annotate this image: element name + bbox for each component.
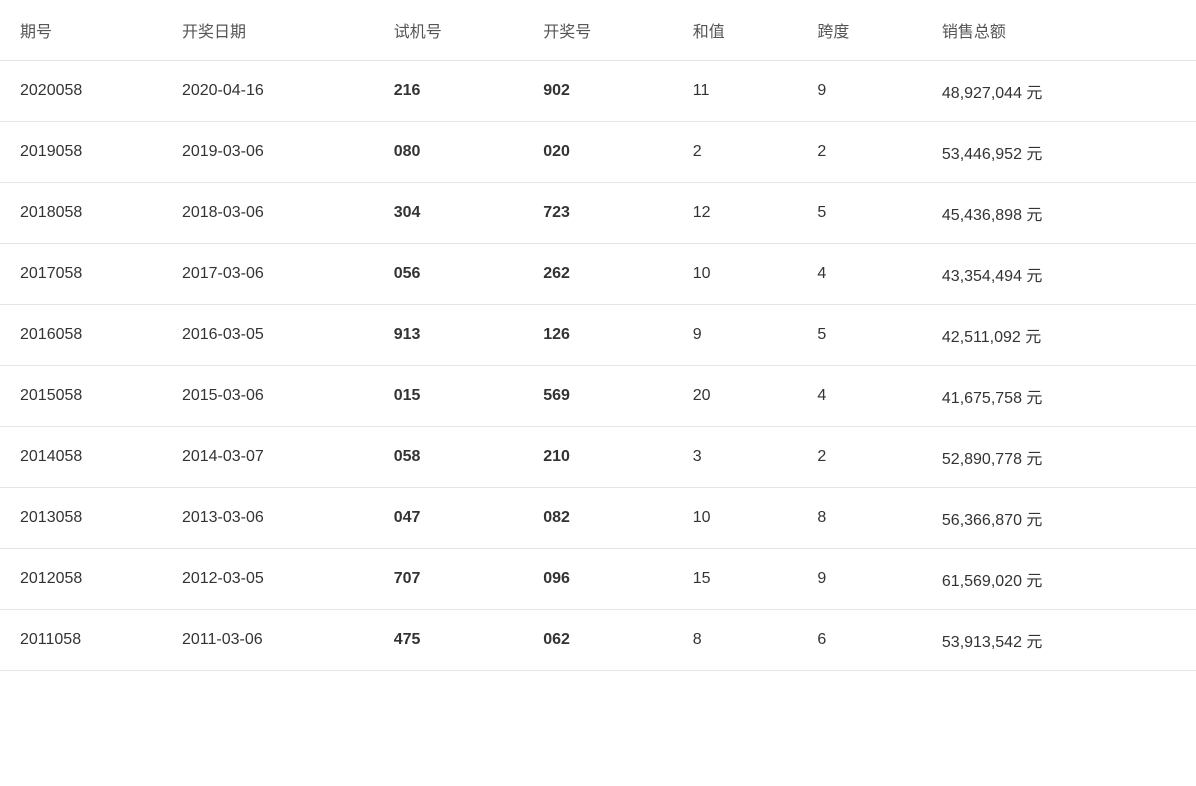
cell-sum: 10 [673,488,798,549]
cell-sum: 3 [673,427,798,488]
cell-trial: 047 [374,488,524,549]
header-sum: 和值 [673,0,798,61]
cell-sales: 52,890,778 元 [922,427,1196,488]
cell-date: 2018-03-06 [162,183,374,244]
cell-sales: 56,366,870 元 [922,488,1196,549]
cell-sum: 12 [673,183,798,244]
table-row: 20170582017-03-0605626210443,354,494 元 [0,244,1196,305]
cell-span: 5 [797,183,922,244]
cell-sales: 42,511,092 元 [922,305,1196,366]
cell-win: 723 [523,183,673,244]
cell-win: 569 [523,366,673,427]
cell-period: 2012058 [0,549,162,610]
cell-win: 902 [523,61,673,122]
cell-period: 2015058 [0,366,162,427]
cell-win: 062 [523,610,673,671]
cell-sales: 41,675,758 元 [922,366,1196,427]
cell-period: 2018058 [0,183,162,244]
table-row: 20180582018-03-0630472312545,436,898 元 [0,183,1196,244]
cell-trial: 080 [374,122,524,183]
cell-date: 2017-03-06 [162,244,374,305]
cell-span: 4 [797,366,922,427]
table-row: 20190582019-03-060800202253,446,952 元 [0,122,1196,183]
cell-sum: 15 [673,549,798,610]
cell-sales: 61,569,020 元 [922,549,1196,610]
cell-sales: 45,436,898 元 [922,183,1196,244]
cell-trial: 475 [374,610,524,671]
cell-span: 9 [797,61,922,122]
header-trial: 试机号 [374,0,524,61]
cell-period: 2020058 [0,61,162,122]
cell-span: 6 [797,610,922,671]
cell-date: 2016-03-05 [162,305,374,366]
cell-sum: 9 [673,305,798,366]
cell-date: 2020-04-16 [162,61,374,122]
cell-sales: 43,354,494 元 [922,244,1196,305]
header-period: 期号 [0,0,162,61]
cell-trial: 913 [374,305,524,366]
cell-trial: 015 [374,366,524,427]
cell-trial: 707 [374,549,524,610]
cell-date: 2013-03-06 [162,488,374,549]
cell-sum: 10 [673,244,798,305]
header-win: 开奖号 [523,0,673,61]
cell-period: 2013058 [0,488,162,549]
cell-span: 4 [797,244,922,305]
cell-period: 2014058 [0,427,162,488]
cell-sum: 11 [673,61,798,122]
cell-trial: 058 [374,427,524,488]
cell-date: 2014-03-07 [162,427,374,488]
header-span: 跨度 [797,0,922,61]
cell-win: 126 [523,305,673,366]
cell-trial: 056 [374,244,524,305]
table-row: 20110582011-03-064750628653,913,542 元 [0,610,1196,671]
cell-sum: 20 [673,366,798,427]
cell-trial: 304 [374,183,524,244]
cell-period: 2011058 [0,610,162,671]
cell-win: 210 [523,427,673,488]
cell-win: 262 [523,244,673,305]
cell-period: 2017058 [0,244,162,305]
cell-sales: 53,913,542 元 [922,610,1196,671]
cell-period: 2016058 [0,305,162,366]
cell-sales: 48,927,044 元 [922,61,1196,122]
cell-span: 8 [797,488,922,549]
table-row: 20140582014-03-070582103252,890,778 元 [0,427,1196,488]
cell-trial: 216 [374,61,524,122]
cell-win: 020 [523,122,673,183]
cell-period: 2019058 [0,122,162,183]
cell-date: 2012-03-05 [162,549,374,610]
table-row: 20150582015-03-0601556920441,675,758 元 [0,366,1196,427]
header-date: 开奖日期 [162,0,374,61]
table-row: 20200582020-04-1621690211948,927,044 元 [0,61,1196,122]
cell-date: 2019-03-06 [162,122,374,183]
table-row: 20130582013-03-0604708210856,366,870 元 [0,488,1196,549]
cell-span: 2 [797,427,922,488]
cell-date: 2015-03-06 [162,366,374,427]
cell-span: 2 [797,122,922,183]
cell-sales: 53,446,952 元 [922,122,1196,183]
table-row: 20160582016-03-059131269542,511,092 元 [0,305,1196,366]
cell-win: 082 [523,488,673,549]
cell-date: 2011-03-06 [162,610,374,671]
cell-sum: 8 [673,610,798,671]
table-row: 20120582012-03-0570709615961,569,020 元 [0,549,1196,610]
header-sales: 销售总额 [922,0,1196,61]
cell-span: 9 [797,549,922,610]
cell-sum: 2 [673,122,798,183]
cell-win: 096 [523,549,673,610]
table-header-row: 期号 开奖日期 试机号 开奖号 和值 跨度 销售总额 [0,0,1196,61]
cell-span: 5 [797,305,922,366]
lottery-table: 期号 开奖日期 试机号 开奖号 和值 跨度 销售总额 20200582020-0… [0,0,1196,671]
